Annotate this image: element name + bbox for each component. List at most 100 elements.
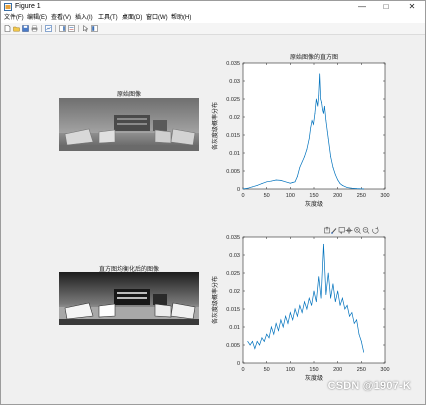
y-tick-label: 0 xyxy=(237,187,240,193)
histogram-data-point xyxy=(326,131,328,132)
histogram-data-point xyxy=(256,185,258,186)
x-tick-label: 0 xyxy=(241,193,244,199)
histogram-data-point xyxy=(310,127,312,129)
histogram-data-point xyxy=(247,341,249,342)
histogram-data-point xyxy=(325,294,327,295)
histogram-data-point xyxy=(351,312,353,313)
save-icon[interactable] xyxy=(22,25,29,32)
menu-window[interactable]: 窗口(W) xyxy=(146,14,168,22)
insert-colorbar-icon[interactable] xyxy=(59,25,66,32)
histogram-data-point xyxy=(344,308,346,310)
pan-icon[interactable] xyxy=(345,227,353,234)
equalized-image xyxy=(59,272,199,325)
histogram-data-point xyxy=(322,109,323,111)
histogram-data-point xyxy=(332,167,334,168)
edit-plot-arrow-icon[interactable] xyxy=(82,25,89,32)
histogram-data-point xyxy=(311,305,312,306)
histogram-data-point xyxy=(351,187,353,189)
axes-toolbar xyxy=(324,226,379,235)
histogram-data-point xyxy=(285,315,286,317)
minimize-button[interactable]: — xyxy=(353,1,371,13)
maximize-button[interactable]: □ xyxy=(377,1,395,13)
link-plot-icon[interactable] xyxy=(45,25,52,32)
histogram-data-point xyxy=(247,187,249,189)
menu-insert[interactable]: 插入(I) xyxy=(75,14,93,22)
histogram-data-point xyxy=(294,181,296,183)
histogram-data-point xyxy=(346,305,348,306)
menu-file[interactable]: 文件(F) xyxy=(4,14,24,22)
histogram-data-point xyxy=(280,180,282,181)
histogram-data-point xyxy=(297,315,298,317)
histogram-data-point xyxy=(306,308,308,310)
toolbar-separator xyxy=(55,25,56,32)
x-tick-label: 250 xyxy=(357,367,366,373)
x-tick-label: 100 xyxy=(286,367,295,373)
y-tick-label: 0.015 xyxy=(226,307,240,313)
x-tick-label: 50 xyxy=(264,367,270,373)
histogram-data-point xyxy=(271,180,272,182)
histogram-data-point xyxy=(278,330,279,331)
histogram-data-point xyxy=(320,98,321,100)
x-tick-label: 0 xyxy=(241,367,244,373)
histogram-data-point xyxy=(271,326,272,328)
y-tick-label: 0 xyxy=(237,361,240,367)
histogram-data-point xyxy=(301,312,303,313)
histogram-data-point xyxy=(301,161,303,163)
insert-legend-icon[interactable] xyxy=(68,25,75,32)
brush-icon[interactable] xyxy=(331,228,337,234)
histogram-data-point xyxy=(275,179,277,181)
export-icon[interactable] xyxy=(324,226,330,234)
histogram-data-point xyxy=(263,341,265,342)
histogram-data-point xyxy=(287,323,289,324)
original-histogram-chart: 0 50 100 150 200 250 300 0 0.005 0.01 0.015 0.02 0.0… xyxy=(211,53,390,208)
histogram-data-point xyxy=(325,120,327,121)
histogram-data-point xyxy=(353,323,355,324)
plot-area xyxy=(242,62,386,190)
open-file-icon[interactable] xyxy=(13,25,20,32)
y-tick-label: 0.005 xyxy=(226,169,240,175)
original-image-title: 原始图像 xyxy=(116,91,141,98)
histogram-data-point xyxy=(339,183,341,184)
zoom-in-icon[interactable] xyxy=(354,227,361,234)
histogram-data-point xyxy=(294,308,296,310)
new-figure-icon[interactable] xyxy=(4,25,11,32)
histogram-data-point xyxy=(313,123,314,125)
open-property-inspector-icon[interactable] xyxy=(91,25,98,32)
y-tick-label: 0.015 xyxy=(226,133,240,139)
histogram-data-point xyxy=(321,102,322,103)
menu-edit[interactable]: 编辑(E) xyxy=(27,14,47,22)
menu-desktop[interactable]: 桌面(D) xyxy=(122,14,142,22)
histogram-data-point xyxy=(282,326,284,328)
histogram-data-point xyxy=(311,120,313,121)
histogram-data-point xyxy=(308,138,310,139)
histogram-data-point xyxy=(242,188,244,190)
zoom-out-icon[interactable] xyxy=(362,227,370,234)
close-button[interactable]: ✕ xyxy=(403,1,421,13)
histogram-data-point xyxy=(259,344,260,346)
histogram-data-point xyxy=(324,105,325,107)
histogram-data-point xyxy=(339,305,341,306)
histogram-data-point xyxy=(330,297,331,299)
histogram-data-point xyxy=(306,149,308,150)
plot-area xyxy=(242,236,386,364)
print-icon[interactable] xyxy=(31,25,38,32)
histogram-data-point xyxy=(334,174,336,175)
figure-canvas: 原始图像 直方图均衡化后的图像 0 50 100 150 200 250 300… xyxy=(3,35,423,402)
y-tick-label: 0.03 xyxy=(229,253,240,259)
toolbar-separator xyxy=(78,25,79,32)
y-tick-label: 0.035 xyxy=(226,235,240,241)
y-axis-label: 各灰度级概率分布 xyxy=(211,102,219,150)
histogram-data-point xyxy=(323,243,324,245)
restore-view-icon[interactable] xyxy=(372,226,379,234)
histogram-data-point xyxy=(304,301,305,303)
menu-help[interactable]: 帮助(H) xyxy=(171,14,191,22)
histogram-data-point xyxy=(327,138,329,139)
histogram-data-point xyxy=(268,337,270,339)
y-tick-label: 0.025 xyxy=(226,97,240,103)
y-tick-label: 0.01 xyxy=(229,325,240,331)
histogram-data-point xyxy=(308,297,310,299)
menu-tools[interactable]: 工具(T) xyxy=(98,14,118,22)
menu-view[interactable]: 查看(V) xyxy=(51,14,71,22)
datatip-icon[interactable] xyxy=(338,227,345,235)
histogram-data-point xyxy=(327,272,329,274)
